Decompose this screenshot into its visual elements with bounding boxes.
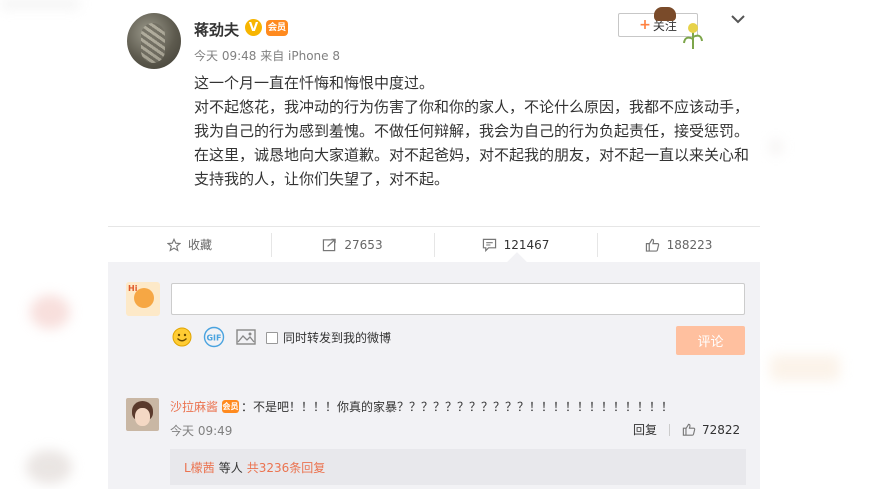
my-avatar bbox=[126, 282, 160, 316]
post-content: 这一个月一直在忏悔和悔恨中度过。 对不起悠花，我冲动的行为伤害了你和你的家人，不… bbox=[194, 71, 754, 191]
reply-button[interactable]: 回复 bbox=[633, 421, 657, 438]
comment-like-count: 72822 bbox=[702, 422, 741, 437]
like-button[interactable]: 188223 bbox=[597, 227, 760, 262]
commenter-name[interactable]: 沙拉麻酱 bbox=[170, 398, 218, 415]
svg-text:GIF: GIF bbox=[206, 334, 221, 343]
post-paragraph: 在这里，诚恳地向大家道歉。对不起爸妈，对不起我的朋友，对不起一直以来关心和支持我… bbox=[194, 146, 750, 188]
comment-actions: 回复 72822 bbox=[633, 421, 740, 438]
background-blur bbox=[0, 0, 80, 8]
thumbs-up-icon bbox=[682, 423, 696, 436]
repost-icon bbox=[323, 238, 337, 251]
comment-time: 今天 09:49 bbox=[170, 424, 233, 438]
submit-comment-button[interactable]: 评论 bbox=[676, 326, 745, 355]
repost-checkbox[interactable] bbox=[266, 331, 278, 344]
comment-like-button[interactable]: 72822 bbox=[682, 423, 740, 437]
vip-badge-icon: 会员 bbox=[222, 400, 240, 413]
background-blur bbox=[770, 140, 782, 154]
repost-checkbox-row[interactable]: 同时转发到我的微博 bbox=[266, 329, 391, 346]
weibo-post-card: 蒋劲夫 V 会员 今天 09:48 来自 iPhone 8 + 关注 这一个月一… bbox=[108, 0, 760, 489]
thumbs-up-icon bbox=[645, 238, 659, 252]
author-avatar[interactable] bbox=[127, 13, 181, 69]
like-count: 188223 bbox=[666, 237, 713, 252]
background-blur bbox=[770, 355, 840, 381]
post-paragraph: 对不起悠花，我冲动的行为伤害了你和你的家人，不论什么原因，我都不应该动手，我为自… bbox=[194, 98, 750, 140]
star-icon bbox=[166, 237, 181, 252]
vip-badge-icon: 会员 bbox=[266, 20, 288, 36]
background-blur bbox=[30, 295, 70, 329]
chevron-down-icon[interactable] bbox=[728, 12, 748, 26]
background-blur bbox=[26, 450, 72, 484]
sub-reply-total-link[interactable]: 共3236条回复 bbox=[247, 459, 326, 476]
sub-reply-mid: 等人 bbox=[218, 460, 243, 475]
verified-badge-icon: V bbox=[245, 19, 262, 36]
emoji-icon[interactable] bbox=[171, 326, 193, 348]
repost-button[interactable]: 27653 bbox=[271, 227, 434, 262]
image-icon[interactable] bbox=[235, 326, 257, 348]
plus-icon: + bbox=[639, 17, 651, 33]
repost-option-label: 同时转发到我的微博 bbox=[283, 331, 392, 345]
post-action-bar: 收藏 27653 121467 188223 bbox=[108, 226, 760, 262]
post-meta: 今天 09:48 来自 iPhone 8 bbox=[194, 49, 340, 63]
comment-text: ：不是吧！！！！你真的家暴？？？？？？？？？？？！！！！！！！！！！！！ bbox=[241, 400, 674, 414]
divider bbox=[669, 423, 671, 436]
post-paragraph: 这一个月一直在忏悔和悔恨中度过。 bbox=[194, 74, 435, 92]
favorite-label: 收藏 bbox=[187, 238, 212, 252]
comment-toolbar: GIF bbox=[171, 326, 257, 348]
commenter-avatar[interactable] bbox=[126, 398, 159, 431]
follow-area: + 关注 bbox=[618, 7, 703, 49]
favorite-button[interactable]: 收藏 bbox=[108, 227, 271, 262]
gif-icon[interactable]: GIF bbox=[203, 326, 225, 348]
comment-count: 121467 bbox=[503, 237, 550, 252]
comment-text-line: 沙拉麻酱 会员 ：不是吧！！！！你真的家暴？？？？？？？？？？？！！！！！！！！… bbox=[170, 398, 673, 415]
comment-input[interactable] bbox=[171, 283, 745, 315]
sub-replies-summary[interactable]: L檬茜 等人 共3236条回复 bbox=[170, 449, 746, 485]
sub-reply-user[interactable]: L檬茜 bbox=[184, 459, 215, 476]
repost-count: 27653 bbox=[344, 237, 383, 252]
comment-section: GIF 同时转发到我的微博 评论 沙拉麻酱 会员 ：不是吧！！！！你真的家暴？？… bbox=[108, 252, 760, 489]
plant-decoration-icon bbox=[683, 23, 703, 49]
follow-decoration-icon bbox=[654, 7, 676, 21]
comment-icon bbox=[482, 238, 496, 252]
author-name[interactable]: 蒋劲夫 bbox=[194, 19, 239, 40]
